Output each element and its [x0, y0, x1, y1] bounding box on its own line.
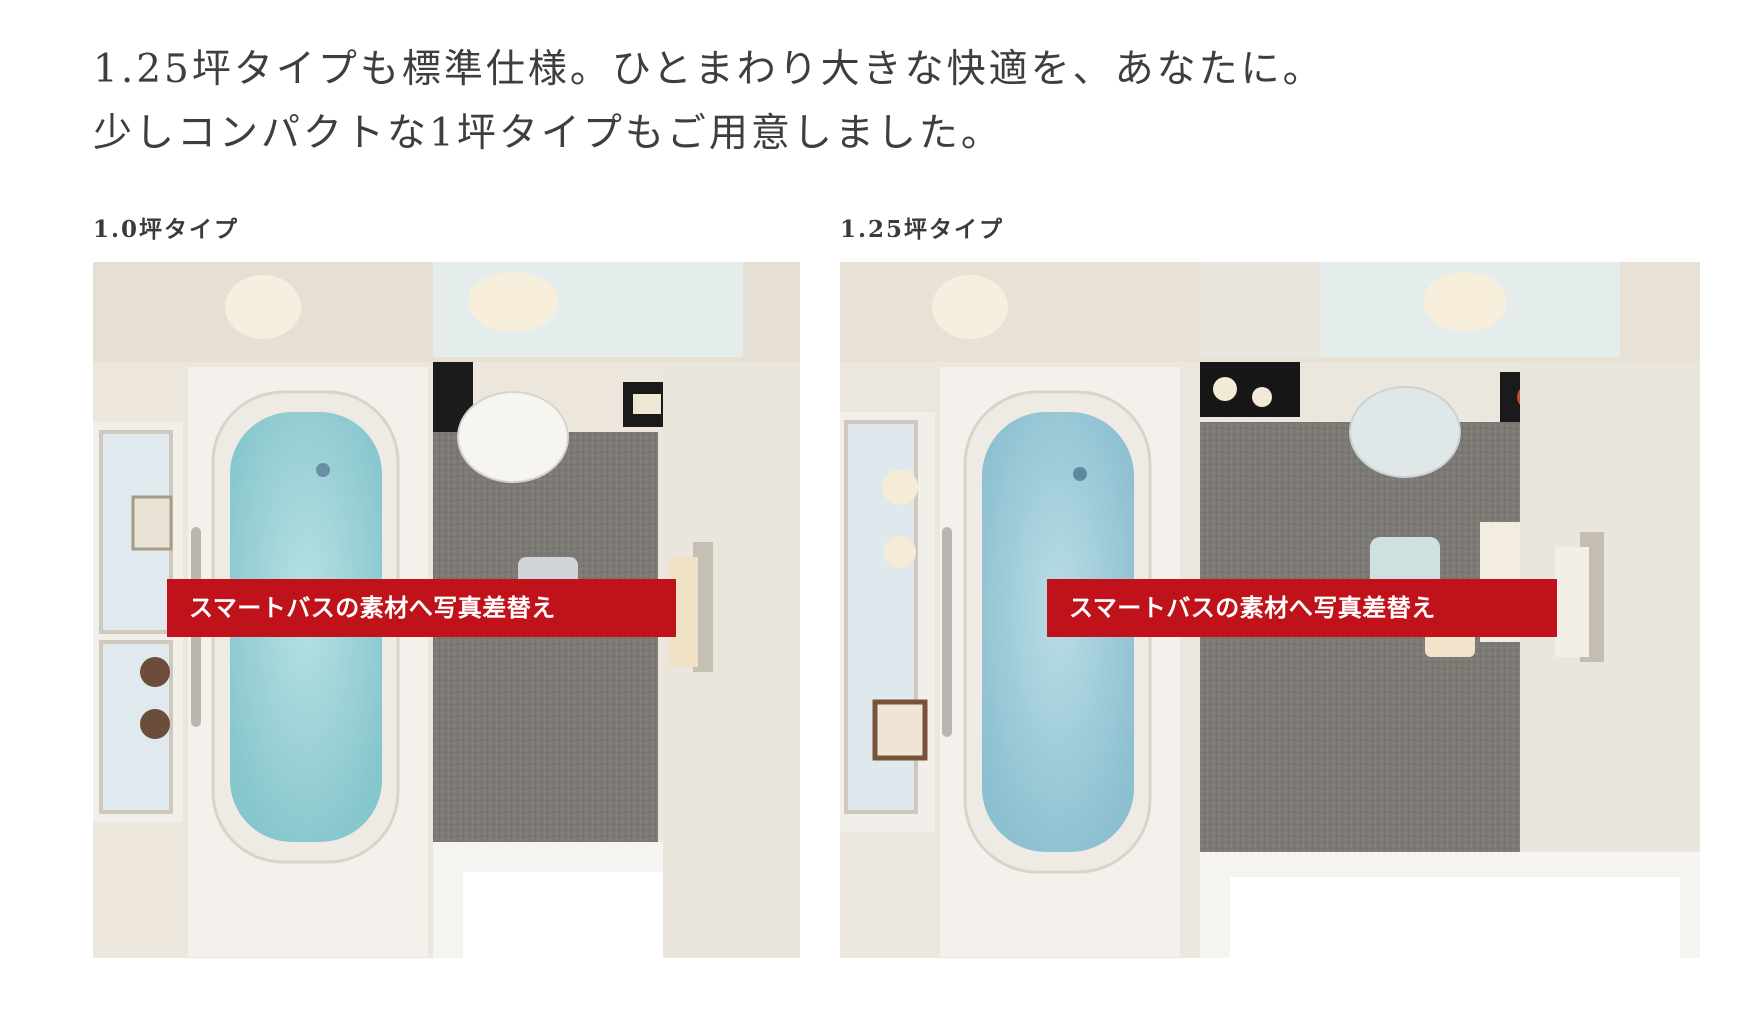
bathroom-photo-1-0-tsubo: スマートバスの素材へ写真差替え: [93, 262, 800, 958]
replace-photo-notice-1: スマートバスの素材へ写真差替え: [167, 579, 676, 637]
panel-label-1-25-tsubo: 1.25坪タイプ: [840, 216, 1005, 243]
page-headline: 1.25坪タイプも標準仕様。ひとまわり大きな快適を、あなたに。 少しコンパクトな…: [93, 38, 1325, 166]
headline-line-1: 1.25坪タイプも標準仕様。ひとまわり大きな快適を、あなたに。: [93, 47, 1325, 92]
bathroom-photo-1-25-tsubo: スマートバスの素材へ写真差替え: [840, 262, 1700, 958]
panel-label-1-0-tsubo: 1.0坪タイプ: [93, 216, 240, 243]
replace-photo-notice-2: スマートバスの素材へ写真差替え: [1047, 579, 1557, 637]
headline-line-2: 少しコンパクトな1坪タイプもご用意しました。: [93, 111, 1003, 156]
